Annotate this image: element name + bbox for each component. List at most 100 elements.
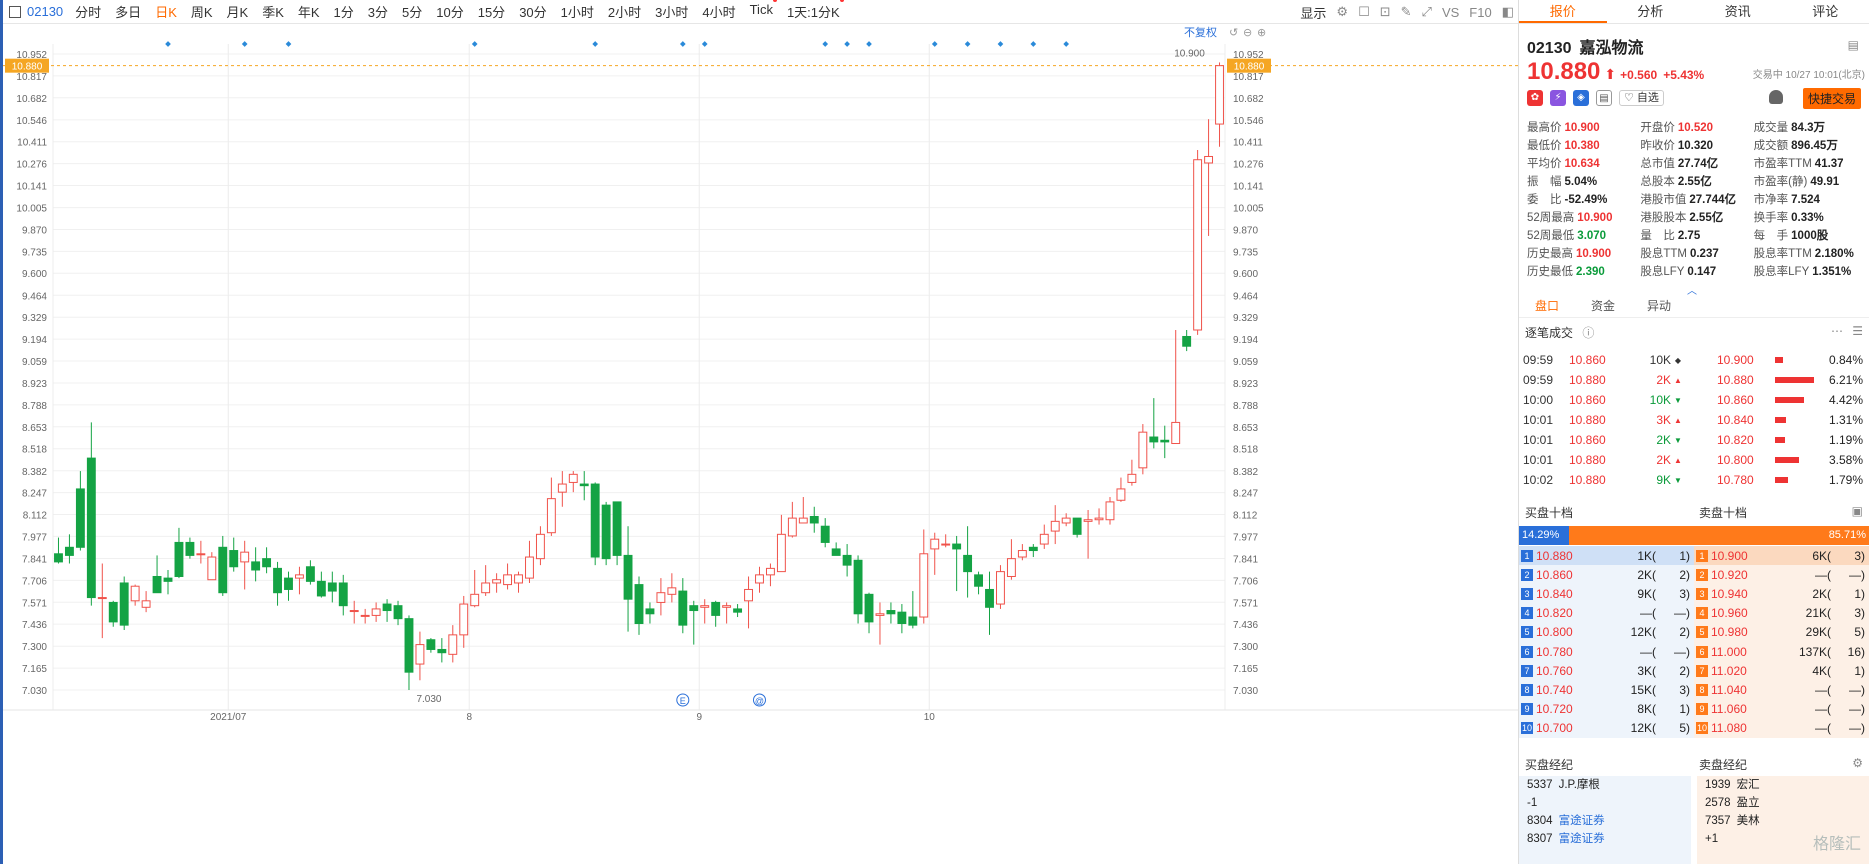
display-menu[interactable]: 显示	[1300, 3, 1326, 22]
period-15[interactable]: 3小时	[655, 2, 688, 21]
list-icon[interactable]: ☰	[1852, 324, 1863, 338]
y-tick-right: 9.735	[1233, 247, 1258, 258]
period-18[interactable]: 1天:1分K	[787, 0, 844, 21]
hk-connect-icon[interactable]: ✿	[1527, 90, 1543, 106]
bid-level[interactable]: 10 10.700 12K(5)	[1519, 718, 1694, 738]
bid-level[interactable]: 3 10.840 9K(3)	[1519, 584, 1694, 604]
period-0[interactable]: 分时	[75, 2, 101, 21]
period-3[interactable]: 周K	[191, 2, 213, 21]
compare-button[interactable]: VS	[1442, 5, 1459, 20]
period-6[interactable]: 年K	[298, 2, 320, 21]
period-13[interactable]: 1小时	[561, 2, 594, 21]
subtab-2[interactable]: 异动	[1631, 294, 1687, 317]
f10-button[interactable]: F10	[1469, 5, 1491, 20]
alert-bell-icon[interactable]	[1769, 90, 1783, 104]
broker-tools-icon[interactable]: ⚙	[1852, 756, 1863, 770]
tag-icon[interactable]: ◈	[1573, 90, 1589, 106]
bid-level[interactable]: 6 10.780 —(—)	[1519, 641, 1694, 662]
period-14[interactable]: 2小时	[608, 2, 641, 21]
broker-item[interactable]: 1939 宏汇	[1697, 776, 1869, 794]
period-9[interactable]: 5分	[402, 2, 422, 21]
ask-level[interactable]: 6 11.000 137K(16)	[1694, 641, 1869, 662]
stat-label: 换手率	[1753, 212, 1789, 224]
candlestick-chart[interactable]: 10.952 10.95210.817 10.81710.682 10.68210.5…	[3, 24, 1518, 864]
ask-level[interactable]: 5 10.980 29K(5)	[1694, 622, 1869, 642]
bid-level[interactable]: 1 10.880 1K(1)	[1519, 546, 1694, 566]
ask-level[interactable]: 1 10.900 6K(3)	[1694, 546, 1869, 566]
add-watchlist-button[interactable]: ♡ 自选	[1619, 90, 1664, 106]
broker-item[interactable]: 8304 富途证券	[1519, 812, 1691, 830]
period-10[interactable]: 10分	[436, 2, 463, 21]
period-7[interactable]: 1分	[334, 2, 354, 21]
collapse-panel-icon[interactable]: ◧	[1502, 4, 1514, 20]
subtab-1[interactable]: 资金	[1575, 294, 1631, 317]
candle-body	[886, 610, 896, 615]
ask-level[interactable]: 10 11.080 —(—)	[1694, 718, 1869, 738]
broker-item[interactable]: -1	[1519, 794, 1691, 812]
bid-level[interactable]: 7 10.760 3K(2)	[1519, 661, 1694, 681]
broker-item[interactable]: 5337 J.P.摩根	[1519, 776, 1691, 794]
more-icon[interactable]: ⋯	[1831, 324, 1843, 338]
settings-icon[interactable]: ⚙	[1336, 4, 1348, 20]
stock-code-label[interactable]: 02130	[27, 4, 63, 19]
stat-cell: 港股市值 27.744亿	[1640, 191, 1753, 207]
event-marker-icon	[1063, 41, 1070, 47]
bid-level[interactable]: 5 10.800 12K(2)	[1519, 622, 1694, 642]
candle-body	[448, 634, 458, 655]
bid-level[interactable]: 9 10.720 8K(1)	[1519, 699, 1694, 719]
tab-1[interactable]: 分析	[1607, 0, 1695, 23]
period-12[interactable]: 30分	[519, 2, 546, 21]
bid-qty: 1K(	[1637, 548, 1656, 563]
stat-value: 896.45万	[1791, 140, 1838, 152]
level-badge: 10	[1696, 722, 1708, 735]
stat-cell: 量 比 2.75	[1640, 227, 1753, 243]
bid-broker-title: 买盘经纪	[1525, 758, 1574, 772]
panel-menu-icon[interactable]: ▤	[1848, 38, 1859, 52]
quick-trade-button[interactable]: 快捷交易	[1802, 88, 1861, 109]
period-5[interactable]: 季K	[262, 2, 284, 21]
price-dist-row: 10.800 3.58%	[1697, 450, 1869, 470]
layout-icon[interactable]: ☐	[1358, 4, 1370, 20]
stat-cell: 每 手 1000股	[1754, 227, 1867, 243]
period-2[interactable]: 日K	[155, 2, 177, 21]
sidebar-toggle-icon[interactable]	[9, 5, 21, 18]
ask-level[interactable]: 2 10.920 —(—)	[1694, 565, 1869, 585]
stat-value: 7.524	[1791, 194, 1820, 206]
fullscreen-icon[interactable]: ⤢	[1422, 4, 1432, 20]
bid-level[interactable]: 2 10.860 2K(2)	[1519, 565, 1694, 585]
candle-body	[963, 554, 973, 573]
note-icon[interactable]: ▤	[1596, 90, 1612, 106]
broker-item[interactable]: 7357 美林	[1697, 812, 1869, 830]
margin-icon[interactable]: ⚡	[1550, 90, 1566, 106]
tab-3[interactable]: 评论	[1782, 0, 1869, 23]
broker-item[interactable]: 2578 盈立	[1697, 794, 1869, 812]
tab-0[interactable]: 报价	[1519, 0, 1607, 23]
ask-level[interactable]: 3 10.940 2K(1)	[1694, 584, 1869, 604]
ask-level[interactable]: 4 10.960 21K(3)	[1694, 603, 1869, 623]
ask-level[interactable]: 8 11.040 —(—)	[1694, 680, 1869, 700]
kline-chart-area[interactable]: 10.952 10.952 10.817 10.817 10.682 10.682 10.5…	[3, 24, 1518, 864]
bid-level[interactable]: 4 10.820 —(—)	[1519, 603, 1694, 623]
period-4[interactable]: 月K	[227, 2, 249, 21]
book-settings-icon[interactable]: ▣	[1852, 504, 1863, 518]
camera-icon[interactable]: ⊡	[1380, 4, 1391, 20]
draw-icon[interactable]: ✎	[1401, 4, 1412, 20]
period-8[interactable]: 3分	[368, 2, 388, 21]
book-row: 4 10.820 —(—) 4 10.960 21K(3)	[1519, 603, 1869, 623]
broker-item[interactable]: 8307 富途证券	[1519, 830, 1691, 848]
ask-level[interactable]: 7 11.020 4K(1)	[1694, 661, 1869, 681]
bid-qty: 8K(	[1637, 702, 1656, 717]
level-badge: 5	[1696, 626, 1708, 639]
info-icon[interactable]: ⓘ	[1582, 326, 1594, 340]
subtab-0[interactable]: 盘口	[1519, 294, 1575, 317]
candle-body	[985, 588, 994, 608]
period-16[interactable]: 4小时	[702, 2, 735, 21]
tab-2[interactable]: 资讯	[1694, 0, 1782, 23]
bid-price: 10.740	[1536, 682, 1573, 697]
event-marker-icon	[844, 41, 850, 47]
period-17[interactable]: Tick	[750, 0, 777, 21]
period-1[interactable]: 多日	[115, 2, 141, 21]
bid-level[interactable]: 8 10.740 15K(3)	[1519, 680, 1694, 700]
ask-level[interactable]: 9 11.060 —(—)	[1694, 699, 1869, 719]
period-11[interactable]: 15分	[478, 2, 505, 21]
